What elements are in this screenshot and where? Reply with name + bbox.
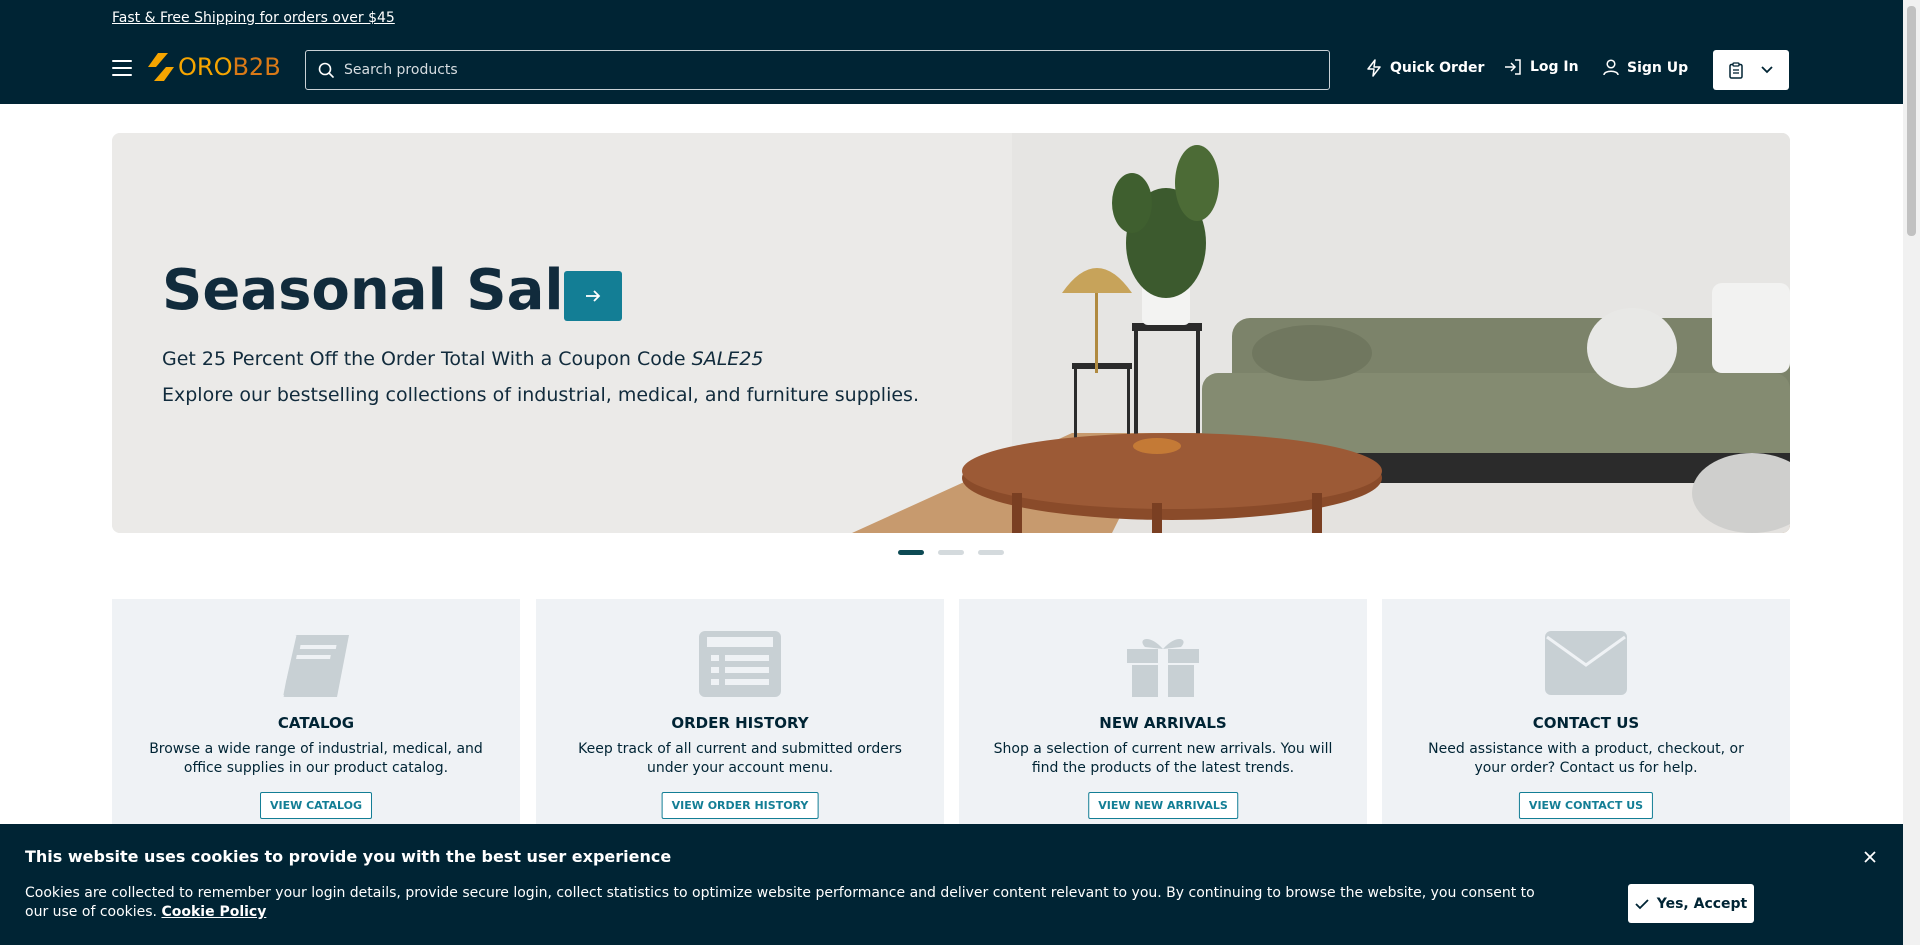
quick-order-label: Quick Order: [1390, 60, 1485, 76]
hero-arrow-button[interactable]: [564, 271, 622, 321]
cookie-title: This website uses cookies to provide you…: [25, 847, 672, 866]
hero-banner[interactable]: Seasonal Sale Get 25 Percent Off the Ord…: [112, 133, 1790, 533]
promo-link[interactable]: Fast & Free Shipping for orders over $45: [112, 10, 395, 26]
coupon-code: SALE25: [691, 348, 764, 370]
user-icon: [1603, 59, 1619, 76]
site-header: Fast & Free Shipping for orders over $45…: [0, 0, 1903, 104]
book-icon: [278, 634, 349, 698]
search-bar: [305, 50, 1330, 90]
logo-text: OROB2B: [178, 53, 281, 81]
gift-icon: [1127, 638, 1199, 697]
page-scrollbar[interactable]: [1903, 0, 1920, 945]
log-in-icon: [1505, 59, 1521, 75]
log-in-label: Log In: [1530, 59, 1579, 75]
new-arrivals-card: NEW ARRIVALS Shop a selection of current…: [959, 599, 1367, 839]
card-description: Keep track of all current and submitted …: [578, 741, 902, 776]
card-description: Need assistance with a product, checkout…: [1428, 741, 1744, 776]
accept-label: Yes, Accept: [1656, 895, 1748, 912]
hamburger-menu-icon[interactable]: [112, 60, 132, 76]
log-in-link[interactable]: Log In: [1504, 59, 1579, 75]
view-new-arrivals-button[interactable]: VIEW NEW ARRIVALS: [1088, 792, 1238, 819]
card-description: Shop a selection of current new arrivals…: [993, 741, 1333, 776]
clipboard-icon: [1729, 61, 1743, 79]
sign-up-link[interactable]: Sign Up: [1603, 59, 1688, 76]
scrollbar-thumb[interactable]: [1907, 6, 1916, 236]
cookie-policy-link[interactable]: Cookie Policy: [161, 904, 266, 920]
search-icon: [318, 62, 334, 78]
cookie-text: Cookies are collected to remember your l…: [25, 884, 1545, 922]
view-catalog-button[interactable]: VIEW CATALOG: [260, 792, 372, 819]
accept-cookies-button[interactable]: Yes, Accept: [1628, 884, 1754, 923]
cookie-banner: This website uses cookies to provide you…: [0, 824, 1903, 945]
card-title: ORDER HISTORY: [671, 714, 809, 732]
hero-description: Explore our bestselling collections of i…: [162, 384, 919, 406]
order-history-card: ORDER HISTORY Keep track of all current …: [536, 599, 944, 839]
carousel-dot-3[interactable]: [978, 550, 1004, 555]
catalog-card: CATALOG Browse a wide range of industria…: [112, 599, 520, 839]
view-order-history-button[interactable]: VIEW ORDER HISTORY: [661, 792, 819, 819]
logo[interactable]: OROB2B: [148, 53, 281, 81]
check-icon: [1635, 898, 1649, 909]
card-title: CATALOG: [277, 714, 355, 732]
quick-order-link[interactable]: Quick Order: [1366, 59, 1484, 77]
carousel-dot-2[interactable]: [938, 550, 964, 555]
envelope-icon: [1545, 631, 1627, 695]
lightning-icon: [1367, 59, 1381, 77]
hero-image: [112, 133, 1790, 533]
sign-up-label: Sign Up: [1627, 59, 1689, 76]
contact-us-card: CONTACT US Need assistance with a produc…: [1382, 599, 1790, 839]
close-icon[interactable]: [1862, 849, 1878, 865]
carousel-dots: [898, 550, 1004, 555]
list-icon: [699, 631, 781, 697]
hero-title: Seasonal Sale: [162, 258, 602, 323]
hero-subtitle-text: Get 25 Percent Off the Order Total With …: [162, 348, 692, 370]
card-title: NEW ARRIVALS: [1099, 714, 1227, 732]
logo-mark-icon: [148, 53, 174, 81]
view-contact-us-button[interactable]: VIEW CONTACT US: [1518, 792, 1654, 819]
chevron-down-icon: [1761, 66, 1773, 74]
shopping-list-button[interactable]: [1713, 50, 1789, 90]
carousel-dot-1[interactable]: [898, 550, 924, 555]
search-input[interactable]: [344, 62, 1244, 78]
hero-subtitle: Get 25 Percent Off the Order Total With …: [162, 348, 763, 370]
arrow-right-icon: [586, 290, 601, 302]
card-description: Browse a wide range of industrial, medic…: [149, 741, 483, 776]
card-title: CONTACT US: [1532, 714, 1640, 732]
